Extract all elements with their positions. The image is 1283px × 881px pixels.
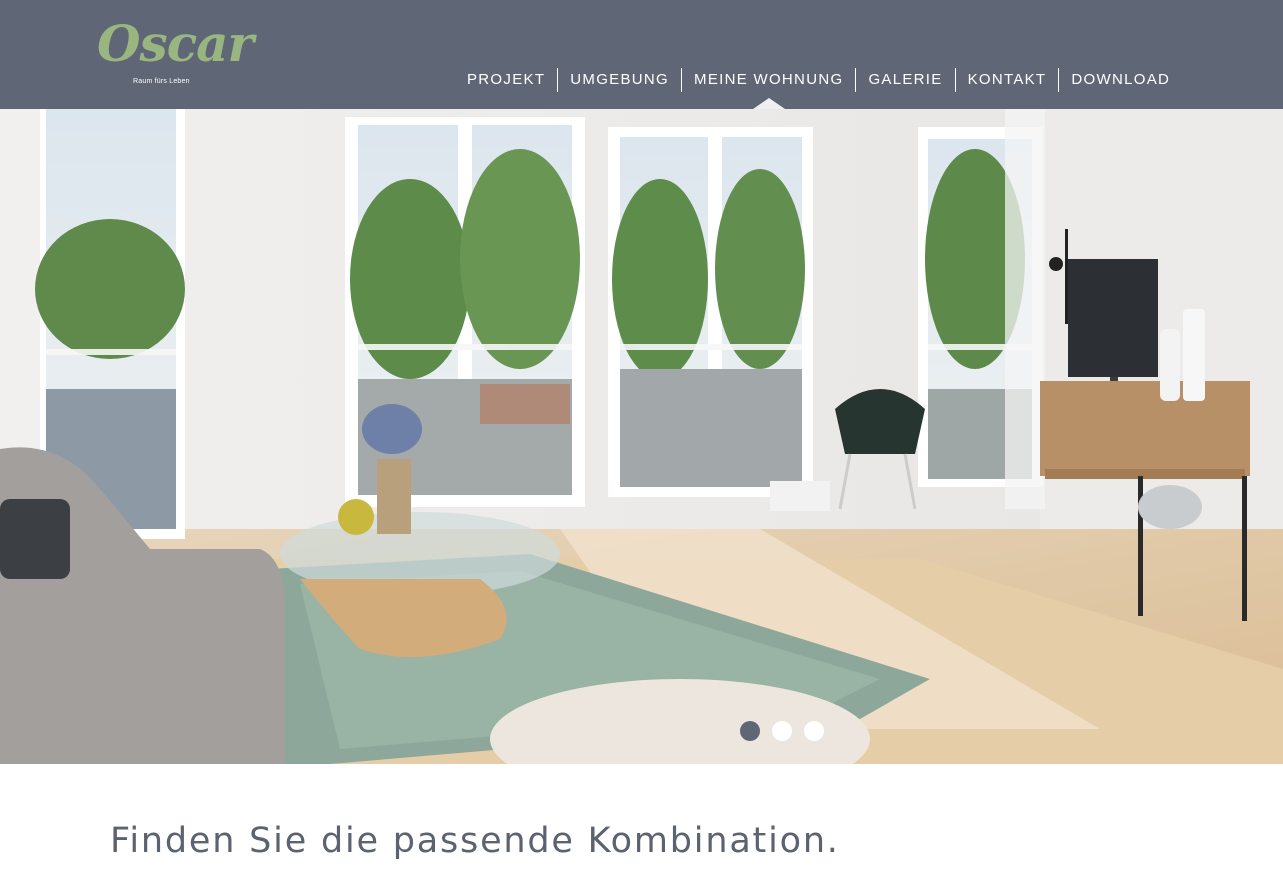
nav-item-download[interactable]: DOWNLOAD <box>1058 68 1182 92</box>
intro-heading: Finden Sie die passende Kombination. <box>110 821 840 861</box>
nav-item-umgebung[interactable]: UMGEBUNG <box>557 68 681 92</box>
hero-slider <box>0 109 1283 764</box>
logo-wordmark: Oscar <box>97 14 254 73</box>
nav-item-galerie[interactable]: GALERIE <box>855 68 954 92</box>
slider-dot-3[interactable] <box>804 721 824 741</box>
slider-dot-1[interactable] <box>740 721 760 741</box>
nav-item-projekt[interactable]: PROJEKT <box>455 68 557 92</box>
nav-item-meine-wohnung[interactable]: MEINE WOHNUNG <box>681 68 855 109</box>
nav-item-kontakt[interactable]: KONTAKT <box>954 68 1059 92</box>
site-header: Oscar Raum fürs Leben PROJEKT UMGEBUNG M… <box>0 0 1283 109</box>
logo[interactable]: Oscar Raum fürs Leben <box>97 14 254 94</box>
living-room-image <box>0 109 1283 764</box>
main-navigation: PROJEKT UMGEBUNG MEINE WOHNUNG GALERIE K… <box>455 68 1182 109</box>
slider-dot-2[interactable] <box>772 721 792 741</box>
logo-tagline: Raum fürs Leben <box>133 78 190 85</box>
nav-item-label: MEINE WOHNUNG <box>694 71 844 88</box>
slider-pagination <box>740 721 824 741</box>
active-indicator-caret <box>752 98 785 109</box>
